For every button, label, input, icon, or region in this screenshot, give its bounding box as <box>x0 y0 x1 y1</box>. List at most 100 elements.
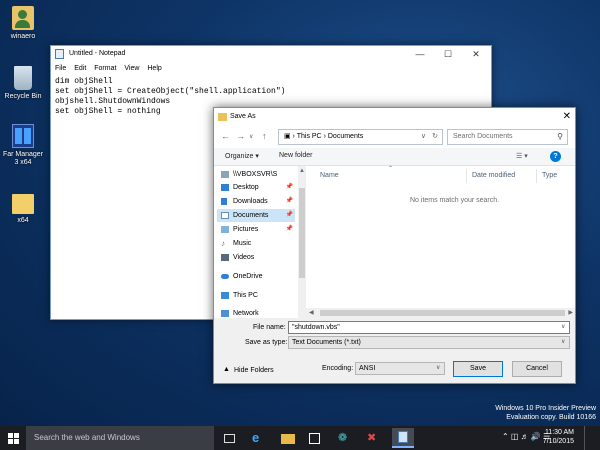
menu-view[interactable]: View <box>124 65 139 72</box>
search-icon[interactable]: ⚲ <box>557 132 563 141</box>
save-as-title-bar[interactable]: Save As ✕ <box>214 108 575 126</box>
desktop-icon-x64[interactable]: x64 <box>0 190 46 225</box>
user-folder-icon <box>12 6 34 30</box>
nav-item-label: Downloads <box>233 198 268 205</box>
store-icon[interactable] <box>309 433 320 444</box>
system-clock[interactable]: 11:30 AM 7/10/2015 <box>543 428 574 446</box>
chevron-down-icon[interactable]: ∨ <box>421 130 426 144</box>
column-separator <box>466 169 467 183</box>
recent-chevron-icon[interactable]: ∨ <box>249 133 253 140</box>
nav-item-desktop[interactable]: Desktop 📌 <box>217 181 295 194</box>
task-view-icon[interactable] <box>224 434 235 443</box>
nav-item-label: Documents <box>233 212 269 219</box>
cancel-button[interactable]: Cancel <box>512 361 562 377</box>
save-button[interactable]: Save <box>453 361 503 377</box>
dialog-title: Save As <box>230 113 256 120</box>
notepad-taskbar-button[interactable] <box>392 428 414 448</box>
dialog-toolbar: Organize ▾ New folder ☰ ▾ ? <box>214 148 575 166</box>
navigation-scrollbar[interactable]: ▲ <box>298 166 306 318</box>
gears-icon[interactable]: ❁ <box>338 431 352 445</box>
desktop-icon-winaero[interactable]: winaero <box>0 6 46 41</box>
desktop-icon-far-manager[interactable]: Far Manager 3 x64 <box>0 124 46 167</box>
far-manager-icon <box>12 124 34 148</box>
forward-arrow-icon[interactable]: → <box>236 131 245 141</box>
pin-icon[interactable]: 📌 <box>286 195 293 208</box>
column-type[interactable]: Type <box>542 172 557 179</box>
file-name-input[interactable]: "shutdown.vbs" <box>288 321 570 334</box>
menu-help[interactable]: Help <box>147 65 161 72</box>
save-as-type-select[interactable]: Text Documents (*.txt) <box>288 336 570 349</box>
nav-item-network[interactable]: Network <box>217 307 295 320</box>
refresh-icon[interactable]: ↻ <box>432 130 438 144</box>
chevron-down-icon[interactable]: ∨ <box>561 338 565 345</box>
pin-icon[interactable]: 📌 <box>286 223 293 236</box>
notepad-title: Untitled - Notepad <box>69 50 126 57</box>
chevron-down-icon[interactable]: ∨ <box>436 364 440 371</box>
show-desktop-divider[interactable] <box>584 426 585 450</box>
up-arrow-icon[interactable]: ↑ <box>262 131 267 141</box>
clock-time: 11:30 AM <box>544 429 574 436</box>
scroll-left-icon[interactable]: ◀ <box>309 309 314 316</box>
scrollbar-thumb[interactable] <box>299 188 305 278</box>
nav-item-onedrive[interactable]: OneDrive <box>217 270 295 283</box>
file-explorer-icon[interactable] <box>281 434 295 444</box>
videos-icon <box>221 254 229 261</box>
column-date-modified[interactable]: Date modified <box>472 172 515 179</box>
navigation-pane: \\VBOXSVR\S Desktop 📌 Downloads 📌 Document… <box>214 166 298 318</box>
pin-icon[interactable]: 📌 <box>286 209 293 222</box>
encoding-select[interactable]: ANSI <box>355 362 445 375</box>
text-line: dim objShell <box>55 77 113 86</box>
desktop-icon-label: x64 <box>17 217 29 224</box>
search-input[interactable]: Search Documents <box>447 129 568 145</box>
back-arrow-icon[interactable]: ← <box>221 131 230 141</box>
text-line: objshell.ShutdownWindows <box>55 97 171 106</box>
pc-icon: ▣ › <box>284 133 295 140</box>
close-icon[interactable]: ✕ <box>563 108 571 126</box>
pictures-icon <box>221 226 229 233</box>
nav-item-documents[interactable]: Documents 📌 <box>217 209 295 222</box>
nav-item-downloads[interactable]: Downloads 📌 <box>217 195 295 208</box>
file-name-label: File name: <box>253 324 286 331</box>
tools-icon[interactable]: ✖ <box>367 431 381 445</box>
folder-icon <box>12 194 34 214</box>
breadcrumb-this-pc[interactable]: This PC <box>297 133 322 140</box>
organize-button[interactable]: Organize ▾ <box>225 152 259 160</box>
windows-start-icon[interactable] <box>8 433 19 444</box>
nav-item-pictures[interactable]: Pictures 📌 <box>217 223 295 236</box>
file-list[interactable]: Name ⌃ Date modified Type No items match… <box>306 166 575 318</box>
encoding-label: Encoding: <box>322 365 354 372</box>
menu-format[interactable]: Format <box>94 65 116 72</box>
horizontal-scrollbar[interactable]: ◀ ▶ <box>306 308 575 318</box>
help-icon[interactable]: ? <box>550 151 561 162</box>
chevron-down-icon[interactable]: ∨ <box>561 323 565 330</box>
address-bar[interactable]: ▣ › This PC › Documents ∨ ↻ <box>278 129 443 145</box>
close-icon[interactable]: ✕ <box>463 46 489 62</box>
nav-item-this-pc[interactable]: This PC <box>217 289 295 302</box>
notepad-title-bar[interactable]: Untitled - Notepad — ☐ ✕ <box>51 46 491 62</box>
nav-item-label: Desktop <box>233 184 259 191</box>
menu-file[interactable]: File <box>55 65 66 72</box>
menu-edit[interactable]: Edit <box>74 65 86 72</box>
scrollbar-thumb[interactable] <box>320 310 565 316</box>
hide-folders-icon[interactable]: ▲ <box>223 366 230 373</box>
maximize-icon[interactable]: ☐ <box>435 46 461 62</box>
view-options-icon[interactable]: ☰ ▾ <box>516 152 528 160</box>
edge-browser-icon[interactable]: e <box>252 431 266 445</box>
pin-icon[interactable]: 📌 <box>286 181 293 194</box>
desktop-icon-label: 3 x64 <box>14 159 32 166</box>
scroll-right-icon[interactable]: ▶ <box>568 309 573 316</box>
scroll-up-icon[interactable]: ▲ <box>299 168 305 174</box>
nav-item-vboxsvr[interactable]: \\VBOXSVR\S <box>217 168 295 181</box>
column-name[interactable]: Name <box>320 172 339 179</box>
desktop-icon-recycle-bin[interactable]: Recycle Bin <box>0 66 46 101</box>
nav-item-label: \\VBOXSVR\S <box>233 171 278 178</box>
new-folder-button[interactable]: New folder <box>279 152 312 159</box>
save-as-dialog[interactable]: Save As ✕ ← → ∨ ↑ ▣ › This PC › Document… <box>213 107 576 384</box>
minimize-icon[interactable]: — <box>407 46 433 62</box>
nav-item-videos[interactable]: Videos <box>217 251 295 264</box>
breadcrumb-documents[interactable]: Documents <box>328 133 363 140</box>
taskbar-search-input[interactable]: Search the web and Windows <box>26 426 214 450</box>
nav-item-music[interactable]: ♪ Music <box>217 237 295 250</box>
notepad-icon <box>55 49 64 59</box>
hide-folders-button[interactable]: Hide Folders <box>234 367 274 374</box>
